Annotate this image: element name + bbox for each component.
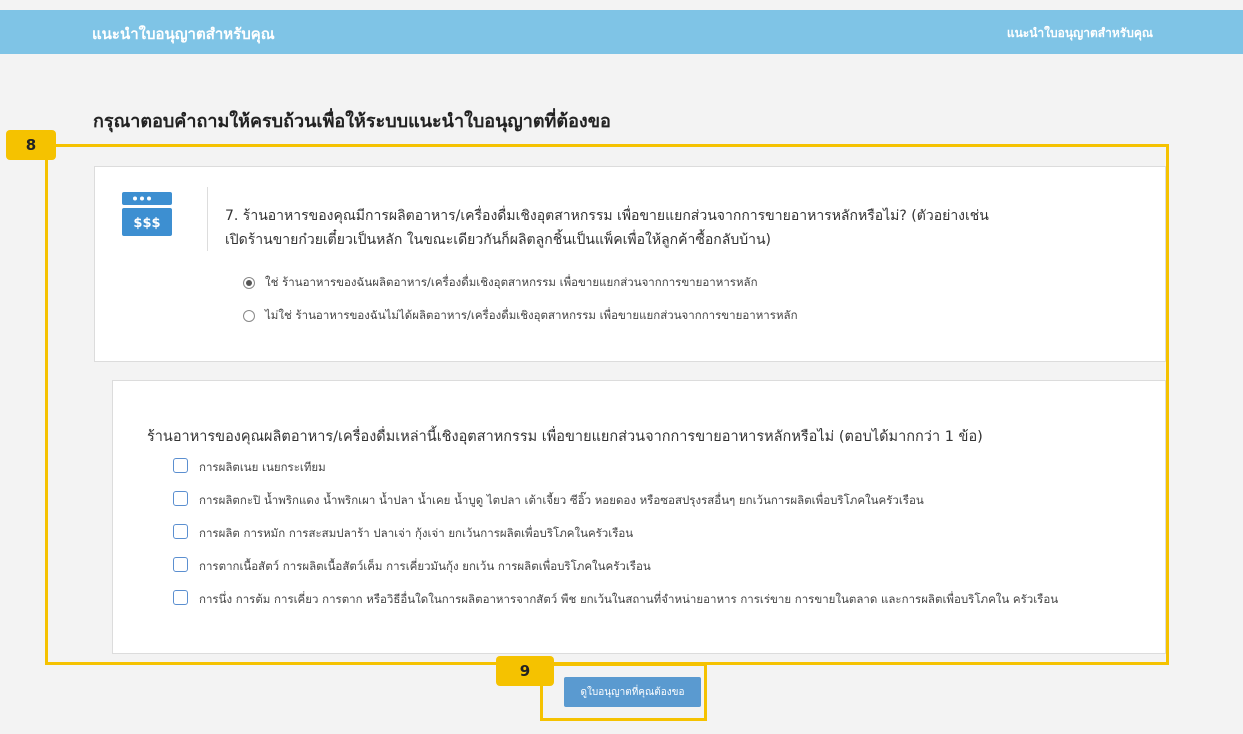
nav-link-recommend[interactable]: แนะนำใบอนุญาตสำหรับคุณ (1007, 24, 1153, 43)
highlight-box-8 (45, 144, 1169, 665)
page-title: กรุณาตอบคำถามให้ครบถ้วนเพื่อให้ระบบแนะนำ… (93, 111, 611, 132)
annotation-label-9: 9 (496, 656, 554, 686)
view-licenses-button[interactable]: ดูใบอนุญาตที่คุณต้องขอ (564, 677, 701, 707)
brand-title[interactable]: แนะนำใบอนุญาตสำหรับคุณ (92, 22, 275, 46)
annotation-label-8: 8 (6, 130, 56, 160)
top-navbar: แนะนำใบอนุญาตสำหรับคุณ แนะนำใบอนุญาตสำหร… (0, 10, 1243, 54)
